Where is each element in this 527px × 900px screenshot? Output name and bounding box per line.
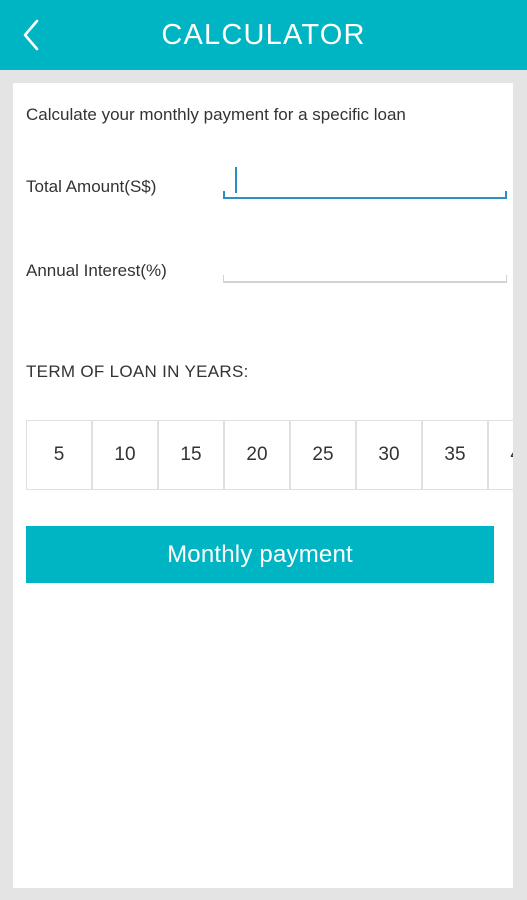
total-amount-underline	[223, 191, 507, 199]
annual-interest-underline	[223, 275, 507, 283]
term-option[interactable]: 10	[92, 420, 158, 490]
intro-text: Calculate your monthly payment for a spe…	[26, 105, 406, 124]
annual-interest-label: Annual Interest(%)	[26, 261, 167, 280]
term-option[interactable]: 40	[488, 420, 513, 490]
monthly-payment-button[interactable]: Monthly payment	[26, 526, 494, 583]
app-screen: CALCULATOR Calculate your monthly paymen…	[0, 0, 527, 900]
total-amount-input-wrap[interactable]	[223, 163, 507, 207]
chevron-left-icon	[20, 18, 42, 52]
field-total-amount: Total Amount(S$)	[26, 163, 507, 211]
page-title: CALCULATOR	[161, 18, 366, 51]
app-header: CALCULATOR	[0, 0, 527, 70]
annual-interest-input-wrap[interactable]	[223, 247, 507, 291]
text-cursor	[235, 167, 237, 193]
term-option[interactable]: 25	[290, 420, 356, 490]
term-option[interactable]: 35	[422, 420, 488, 490]
term-options-row: 5 10 15 20 25 30 35 40	[26, 420, 513, 490]
calculator-card: Calculate your monthly payment for a spe…	[13, 83, 513, 888]
term-options-scroller[interactable]: 5 10 15 20 25 30 35 40	[26, 420, 513, 490]
field-annual-interest: Annual Interest(%)	[26, 247, 507, 295]
back-button[interactable]	[0, 0, 62, 70]
term-option[interactable]: 20	[224, 420, 290, 490]
term-option[interactable]: 30	[356, 420, 422, 490]
total-amount-label: Total Amount(S$)	[26, 177, 157, 196]
term-of-loan-label: TERM OF LOAN IN YEARS:	[26, 362, 249, 381]
term-option[interactable]: 15	[158, 420, 224, 490]
term-option[interactable]: 5	[26, 420, 92, 490]
